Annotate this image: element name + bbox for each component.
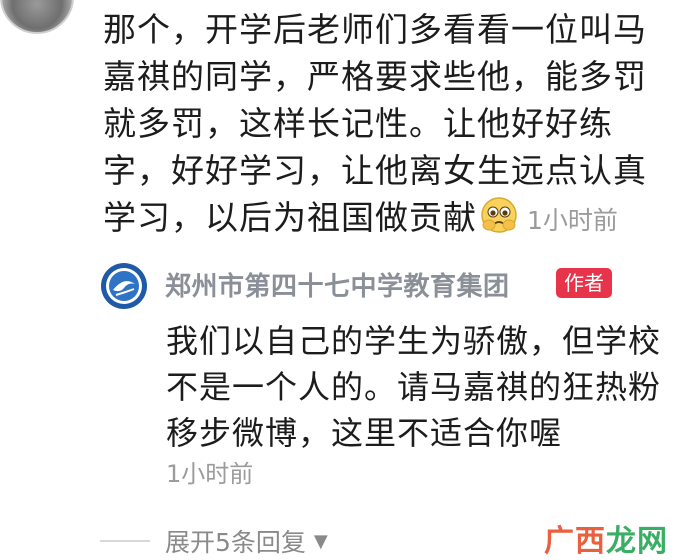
- divider: [100, 540, 150, 542]
- comment-time: 1小时前: [527, 206, 618, 235]
- comment-body: 那个，开学后老师们多看看一位叫马嘉祺的同学，严格要求些他，能多罚就多罚，这样长记…: [103, 6, 673, 244]
- reply-author-name[interactable]: 郑州市第四十七中学教育集团: [165, 266, 510, 303]
- reply-body: 我们以自己的学生为骄傲，但学校不是一个人的。请马嘉祺的狂热粉移步微博，这里不适合…: [166, 322, 662, 452]
- school-logo-avatar[interactable]: [100, 262, 148, 310]
- reply-time: 1小时前: [166, 460, 254, 488]
- site-watermark: 广西龙网: [544, 516, 668, 560]
- commenter-avatar[interactable]: [0, 0, 74, 34]
- chevron-down-icon: ▼: [313, 530, 328, 552]
- expand-replies-label: 展开5条回复: [165, 528, 306, 557]
- author-badge: 作者: [556, 268, 612, 298]
- watermark-part2: 龙网: [606, 524, 668, 559]
- watermark-part1: 广西: [544, 524, 606, 559]
- pleading-emoji-icon: [481, 197, 517, 233]
- expand-replies-button[interactable]: 展开5条回复 ▼: [165, 523, 328, 559]
- comment-text: 那个，开学后老师们多看看一位叫马嘉祺的同学，严格要求些他，能多罚就多罚，这样长记…: [103, 10, 647, 237]
